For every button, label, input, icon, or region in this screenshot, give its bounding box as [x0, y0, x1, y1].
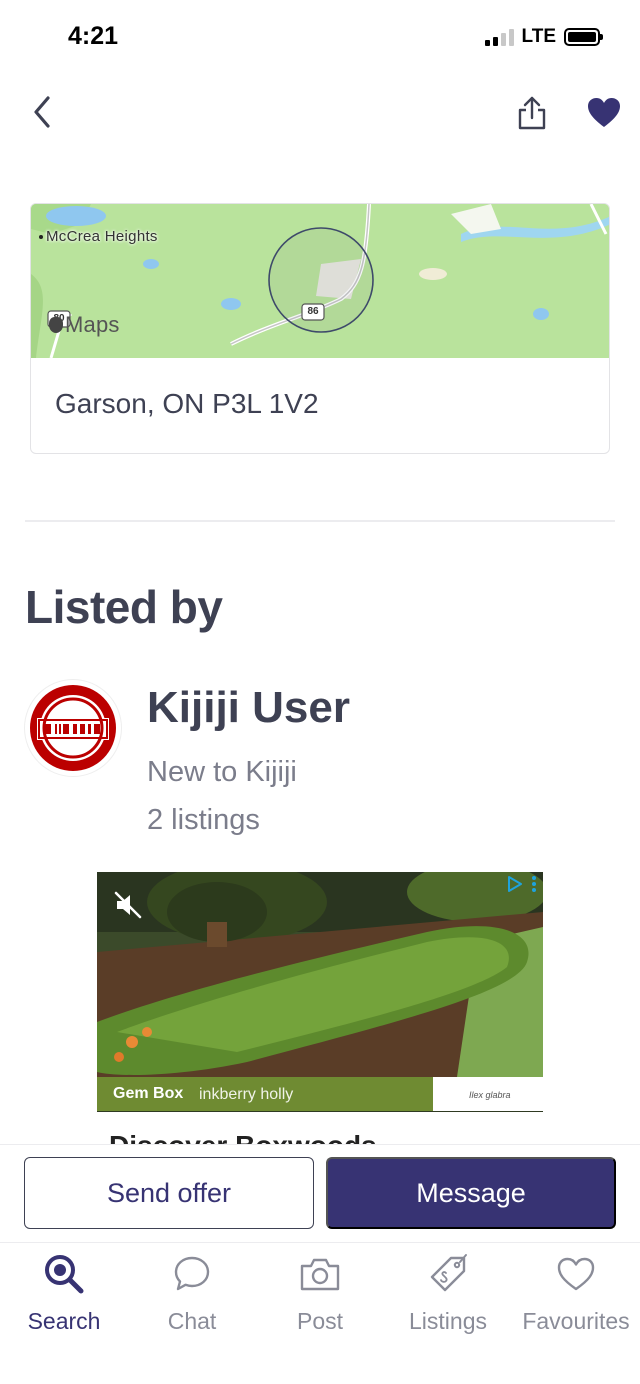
- favourite-button[interactable]: [586, 96, 622, 130]
- location-map[interactable]: 86 80 McCrea Heights Maps: [31, 204, 609, 358]
- seller-avatar[interactable]: [25, 680, 121, 776]
- tab-favourites[interactable]: Favourites: [512, 1250, 640, 1340]
- ad-caption-brand: Gem Box: [113, 1085, 184, 1102]
- location-address: Garson, ON P3L 1V2: [55, 388, 319, 419]
- seller-listings-count[interactable]: 2 listings: [147, 804, 260, 837]
- ad-caption-latin: Ilex glabra: [469, 1090, 511, 1100]
- ad-caption-product: inkberry holly: [199, 1086, 294, 1103]
- search-icon: [45, 1255, 84, 1294]
- send-offer-button[interactable]: Send offer: [24, 1157, 314, 1229]
- advertisement[interactable]: Gem Box inkberry holly Ilex glabra Disco…: [97, 872, 543, 1152]
- seller-name[interactable]: Kijiji User: [147, 683, 350, 733]
- chevron-left-icon: [34, 96, 50, 128]
- message-button[interactable]: Message: [326, 1157, 616, 1229]
- tab-label-favourites: Favourites: [522, 1308, 630, 1334]
- share-icon: [518, 96, 546, 130]
- seller-status: New to Kijiji: [147, 756, 297, 788]
- tag-icon: [430, 1254, 467, 1292]
- maps-provider-label: Maps: [65, 312, 120, 337]
- tab-label-listings: Listings: [409, 1308, 487, 1334]
- heart-outline-icon: [557, 1257, 595, 1291]
- chat-icon: [174, 1256, 210, 1291]
- tab-post[interactable]: Post: [256, 1250, 384, 1340]
- share-button[interactable]: [514, 94, 550, 134]
- apple-icon: [49, 317, 63, 333]
- maps-logo: Maps: [49, 312, 120, 338]
- listed-by-title: Listed by: [25, 581, 223, 633]
- tab-label-chat: Chat: [167, 1308, 217, 1334]
- highway-shield-86: 86: [307, 306, 319, 317]
- status-time: 4:21: [68, 22, 119, 50]
- ohio-state-logo: [30, 685, 116, 771]
- status-indicators: LTE: [484, 26, 603, 48]
- status-bar: 4:21 LTE: [0, 0, 640, 72]
- camera-icon: [300, 1258, 340, 1291]
- network-label: LTE: [521, 26, 556, 47]
- ad-choices[interactable]: [505, 874, 537, 894]
- tab-label-post: Post: [296, 1308, 344, 1334]
- map-place-label: McCrea Heights: [39, 228, 158, 245]
- back-button[interactable]: [28, 92, 60, 132]
- tab-label-search: Search: [27, 1308, 101, 1334]
- ad-choices-icon: [508, 876, 522, 892]
- battery-icon: [564, 28, 603, 46]
- tab-chat[interactable]: Chat: [128, 1250, 256, 1340]
- signal-icon: [484, 28, 514, 46]
- speaker-muted-icon[interactable]: [113, 890, 143, 920]
- heart-filled-icon: [588, 98, 620, 127]
- section-divider: [25, 520, 615, 522]
- more-vertical-icon: [532, 876, 536, 892]
- tab-listings[interactable]: Listings: [384, 1250, 512, 1340]
- tab-search[interactable]: Search: [0, 1250, 128, 1340]
- location-card[interactable]: 86 80 McCrea Heights Maps Garson, ON P3L…: [30, 203, 610, 454]
